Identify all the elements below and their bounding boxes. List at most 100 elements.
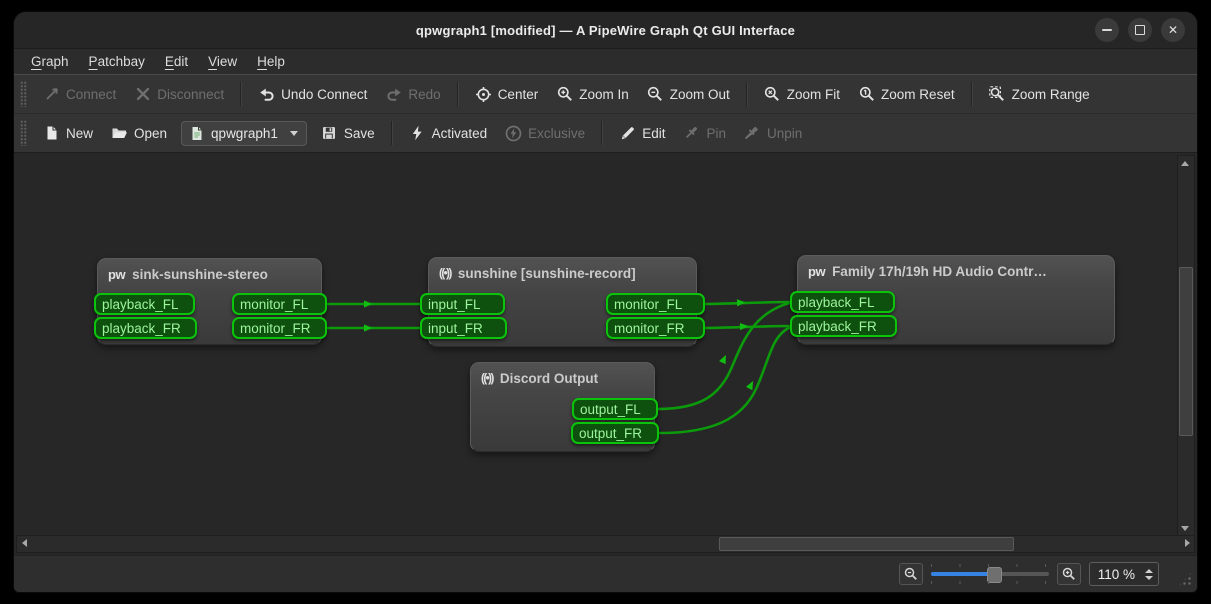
scroll-down-button[interactable] bbox=[1178, 521, 1192, 535]
save-icon bbox=[321, 125, 338, 142]
zoom-out-label: Zoom Out bbox=[670, 87, 730, 102]
toolbar-separator bbox=[457, 82, 459, 106]
menu-patchbay[interactable]: Patchbay bbox=[80, 52, 154, 71]
open-folder-icon bbox=[111, 125, 128, 142]
graph-canvas[interactable]: pw sink-sunshine-stereo ((•)) sunshine [… bbox=[14, 152, 1197, 555]
port-playback_FL[interactable]: playback_FL bbox=[790, 291, 895, 313]
vertical-scrollbar[interactable] bbox=[1177, 155, 1195, 536]
disconnect-button[interactable]: Disconnect bbox=[126, 81, 232, 108]
horizontal-scrollbar-thumb[interactable] bbox=[719, 537, 1014, 551]
close-button[interactable]: ✕ bbox=[1161, 18, 1185, 42]
menubar: Graph Patchbay Edit View Help bbox=[14, 49, 1197, 74]
zoom-reset-button[interactable]: Zoom Reset bbox=[850, 81, 963, 108]
window-resize-grip[interactable] bbox=[1177, 571, 1193, 587]
save-label: Save bbox=[344, 126, 375, 141]
toolbar-separator bbox=[391, 121, 393, 145]
desktop-background: qpwgraph1 [modified] — A PipeWire Graph … bbox=[0, 0, 1211, 604]
zoom-fit-icon bbox=[764, 86, 781, 103]
disconnect-label: Disconnect bbox=[157, 87, 224, 102]
center-label: Center bbox=[498, 87, 539, 102]
toolbar-separator bbox=[601, 121, 603, 145]
zoom-in-icon bbox=[1060, 566, 1077, 583]
port-monitor_FR[interactable]: monitor_FR bbox=[606, 317, 705, 339]
titlebar[interactable]: qpwgraph1 [modified] — A PipeWire Graph … bbox=[14, 12, 1197, 49]
menu-help[interactable]: Help bbox=[248, 52, 294, 71]
connect-button[interactable]: Connect bbox=[35, 81, 124, 108]
new-button[interactable]: New bbox=[35, 120, 101, 147]
activated-bolt-icon bbox=[409, 125, 426, 142]
minimize-button[interactable] bbox=[1095, 18, 1119, 42]
zoom-fit-label: Zoom Fit bbox=[787, 87, 840, 102]
slider-ticks bbox=[931, 581, 1049, 584]
menu-view[interactable]: View bbox=[199, 52, 246, 71]
port-output_FL[interactable]: output_FL bbox=[572, 398, 658, 420]
port-monitor_FL[interactable]: monitor_FL bbox=[606, 293, 705, 315]
center-button[interactable]: Center bbox=[467, 81, 547, 108]
horizontal-scrollbar[interactable] bbox=[16, 535, 1195, 553]
zoom-range-button[interactable]: Zoom Range bbox=[981, 81, 1098, 108]
zoom-reset-icon bbox=[858, 86, 875, 103]
toolbar-separator bbox=[240, 82, 242, 106]
new-file-icon bbox=[43, 125, 60, 142]
scroll-right-button[interactable] bbox=[1180, 536, 1194, 550]
spin-down-icon bbox=[1145, 576, 1153, 580]
vertical-scrollbar-thumb[interactable] bbox=[1179, 267, 1193, 436]
unpin-label: Unpin bbox=[767, 126, 802, 141]
undo-connect-button[interactable]: Undo Connect bbox=[250, 81, 375, 108]
app-window: qpwgraph1 [modified] — A PipeWire Graph … bbox=[14, 12, 1197, 592]
toolbar-patchbay: New Open qpwgraph1 Save Activated Exclus… bbox=[14, 113, 1197, 152]
scroll-up-button[interactable] bbox=[1178, 156, 1192, 170]
redo-button[interactable]: Redo bbox=[377, 81, 448, 108]
zoom-out-button[interactable]: Zoom Out bbox=[639, 81, 738, 108]
menu-graph[interactable]: Graph bbox=[22, 52, 78, 71]
toolbar-drag-handle[interactable] bbox=[20, 81, 27, 107]
port-input_FL[interactable]: input_FL bbox=[420, 293, 505, 315]
pin-icon bbox=[683, 125, 700, 142]
edit-button[interactable]: Edit bbox=[611, 120, 673, 147]
center-icon bbox=[475, 86, 492, 103]
connection-wires bbox=[14, 153, 1195, 555]
activated-button[interactable]: Activated bbox=[401, 120, 496, 147]
port-input_FR[interactable]: input_FR bbox=[420, 317, 507, 339]
maximize-button[interactable] bbox=[1128, 18, 1152, 42]
redo-label: Redo bbox=[408, 87, 440, 102]
pin-label: Pin bbox=[706, 126, 726, 141]
port-monitor_FL[interactable]: monitor_FL bbox=[232, 293, 327, 315]
scroll-left-button[interactable] bbox=[17, 536, 31, 550]
zoom-percent-spinbox[interactable]: 110 % bbox=[1089, 562, 1159, 586]
toolbar-drag-handle[interactable] bbox=[20, 120, 27, 146]
port-output_FR[interactable]: output_FR bbox=[571, 422, 659, 444]
statusbar-zoom-out-button[interactable] bbox=[899, 563, 923, 585]
patchbay-file-icon bbox=[188, 125, 205, 142]
port-monitor_FR[interactable]: monitor_FR bbox=[232, 317, 327, 339]
spinbox-arrows[interactable] bbox=[1142, 569, 1156, 580]
connect-icon bbox=[43, 86, 60, 103]
port-playback_FL[interactable]: playback_FL bbox=[94, 293, 195, 315]
zoom-out-icon bbox=[902, 566, 919, 583]
port-playback_FR[interactable]: playback_FR bbox=[790, 315, 897, 337]
save-button[interactable]: Save bbox=[313, 120, 383, 147]
zoom-in-button[interactable]: Zoom In bbox=[548, 81, 637, 108]
zoom-fit-button[interactable]: Zoom Fit bbox=[756, 81, 848, 108]
pin-button[interactable]: Pin bbox=[675, 120, 734, 147]
port-playback_FR[interactable]: playback_FR bbox=[94, 317, 197, 339]
zoom-slider[interactable] bbox=[931, 564, 1049, 584]
arrow-right-icon bbox=[1185, 539, 1190, 547]
exclusive-bolt-icon bbox=[505, 125, 522, 142]
unpin-icon bbox=[744, 125, 761, 142]
exclusive-label: Exclusive bbox=[528, 126, 585, 141]
unpin-button[interactable]: Unpin bbox=[736, 120, 810, 147]
open-button[interactable]: Open bbox=[103, 120, 175, 147]
zoom-percent-value: 110 % bbox=[1098, 567, 1135, 582]
undo-icon bbox=[258, 86, 275, 103]
zoom-in-icon bbox=[556, 86, 573, 103]
connect-label: Connect bbox=[66, 87, 116, 102]
spin-up-icon bbox=[1145, 569, 1153, 573]
exclusive-button[interactable]: Exclusive bbox=[497, 120, 593, 147]
statusbar-zoom-in-button[interactable] bbox=[1057, 563, 1081, 585]
menu-edit[interactable]: Edit bbox=[156, 52, 197, 71]
new-label: New bbox=[66, 126, 93, 141]
patchbay-profile-combobox[interactable]: qpwgraph1 bbox=[181, 121, 307, 146]
arrow-up-icon bbox=[1181, 161, 1189, 166]
slider-fill bbox=[931, 572, 992, 576]
